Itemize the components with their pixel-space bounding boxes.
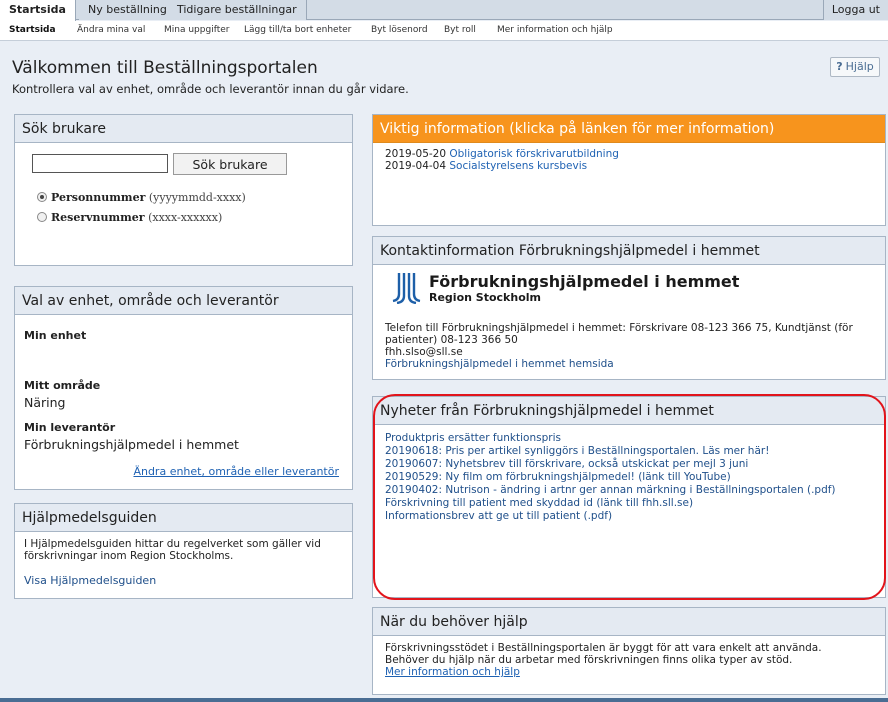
logout-button[interactable]: Logga ut — [822, 0, 888, 20]
radio-checked-icon[interactable] — [37, 192, 47, 202]
tab-ny-bestallning[interactable]: Ny beställning — [79, 0, 177, 20]
list-item[interactable]: Informationsbrev att ge ut till patient … — [385, 510, 612, 522]
top-tab-bar: Startsida Ny beställning Tidigare bestäl… — [0, 0, 888, 21]
sub-menu: Startsida Ändra mina val Mina uppgifter … — [0, 21, 888, 41]
contact-phone-line2: patienter) 08-123 366 50 — [385, 334, 518, 346]
list-item[interactable]: Förskrivning till patient med skyddad id… — [385, 497, 693, 509]
list-item[interactable]: 20190618: Pris per artikel synliggörs i … — [385, 445, 769, 457]
contact-homepage-link[interactable]: Förbrukningshjälpmedel i hemmet hemsida — [385, 358, 614, 370]
contact-panel-title: Kontaktinformation Förbrukningshjälpmede… — [373, 237, 885, 265]
contact-email[interactable]: fhh.slso@sll.se — [385, 346, 463, 358]
submenu-item-mina-uppgifter[interactable]: Mina uppgifter — [164, 25, 229, 35]
guide-text-line1: I Hjälpmedelsguiden hittar du regelverke… — [24, 538, 321, 550]
logo: Förbrukningshjälpmedel i hemmet Region S… — [373, 266, 885, 310]
radio-unchecked-icon[interactable] — [37, 212, 47, 222]
help-panel: När du behöver hjälp Förskrivningsstödet… — [372, 607, 886, 695]
list-item[interactable]: 2019-04-04 Socialstyrelsens kursbevis — [385, 160, 587, 172]
question-icon: ? — [836, 60, 843, 73]
guide-panel-title: Hjälpmedelsguiden — [15, 504, 352, 532]
selection-panel-title: Val av enhet, område och leverantör — [15, 287, 352, 315]
help-text-line2: Behöver du hjälp när du arbetar med förs… — [385, 654, 793, 666]
help-button-label: Hjälp — [845, 60, 874, 73]
page-subtitle: Kontrollera val av enhet, område och lev… — [12, 82, 409, 96]
list-item[interactable]: 20190529: Ny film om förbrukningshjälpme… — [385, 471, 731, 483]
important-item-date: 2019-05-20 — [385, 148, 447, 160]
search-panel-title: Sök brukare — [15, 115, 352, 143]
submenu-item-enheter[interactable]: Lägg till/ta bort enheter — [244, 25, 351, 35]
search-panel: Sök brukare Sök brukare Personnummer (yy… — [14, 114, 353, 266]
contact-panel: Kontaktinformation Förbrukningshjälpmede… — [372, 236, 886, 380]
radio-personnummer-label: Personnummer — [51, 191, 146, 204]
list-item[interactable]: 20190607: Nyhetsbrev till förskrivare, o… — [385, 458, 748, 470]
logo-region: Region Stockholm — [429, 291, 541, 304]
important-item-date: 2019-04-04 — [385, 160, 447, 172]
news-panel: Nyheter från Förbrukningshjälpmedel i he… — [372, 396, 886, 598]
radio-personnummer-hint: (yyyymmdd-xxxx) — [148, 191, 246, 204]
submenu-item-mer-information[interactable]: Mer information och hjälp — [497, 25, 613, 35]
page-title: Välkommen till Beställningsportalen — [12, 58, 318, 78]
supplier-value: Förbrukningshjälpmedel i hemmet — [24, 437, 239, 452]
list-item[interactable]: 20190402: Nutrison - ändring i artnr ger… — [385, 484, 836, 496]
area-value: Näring — [24, 395, 66, 410]
contact-phone-line1: Telefon till Förbrukningshjälpmedel i he… — [385, 322, 853, 334]
radio-reservnummer[interactable]: Reservnummer (xxxx-xxxxxx) — [37, 211, 222, 224]
submenu-item-andra-mina-val[interactable]: Ändra mina val — [77, 25, 145, 35]
unit-label: Min enhet — [24, 329, 87, 342]
submenu-item-byt-roll[interactable]: Byt roll — [444, 25, 476, 35]
tab-tidigare-bestallningar[interactable]: Tidigare beställningar — [168, 0, 307, 20]
important-panel-title: Viktig information (klicka på länken för… — [373, 115, 885, 143]
help-text-line1: Förskrivningsstödet i Beställningsportal… — [385, 642, 822, 654]
guide-link[interactable]: Visa Hjälpmedelsguiden — [24, 574, 156, 587]
region-logo-icon — [392, 273, 421, 304]
radio-reservnummer-label: Reservnummer — [51, 211, 145, 224]
important-item-link[interactable]: Obligatorisk förskrivarutbildning — [449, 148, 619, 160]
area-label: Mitt område — [24, 379, 101, 392]
change-selection-link[interactable]: Ändra enhet, område eller leverantör — [133, 465, 339, 478]
list-item[interactable]: Produktpris ersätter funktionspris — [385, 432, 561, 444]
help-more-info-link[interactable]: Mer information och hjälp — [385, 666, 520, 678]
footer-strip — [0, 698, 888, 702]
guide-text-line2: förskrivningar inom Region Stockholms. — [24, 550, 234, 562]
radio-personnummer[interactable]: Personnummer (yyyymmdd-xxxx) — [37, 191, 246, 204]
selection-panel: Val av enhet, område och leverantör Min … — [14, 286, 353, 490]
news-panel-title: Nyheter från Förbrukningshjälpmedel i he… — [373, 397, 885, 425]
logo-name: Förbrukningshjälpmedel i hemmet — [429, 272, 740, 291]
important-item-link[interactable]: Socialstyrelsens kursbevis — [449, 160, 587, 172]
help-panel-title: När du behöver hjälp — [373, 608, 885, 636]
submenu-item-byt-losenord[interactable]: Byt lösenord — [371, 25, 428, 35]
search-button[interactable]: Sök brukare — [173, 153, 287, 175]
important-panel: Viktig information (klicka på länken för… — [372, 114, 886, 226]
help-button[interactable]: ? Hjälp — [830, 57, 880, 77]
list-item[interactable]: 2019-05-20 Obligatorisk förskrivarutbild… — [385, 148, 619, 160]
search-input[interactable] — [32, 154, 168, 173]
submenu-item-startsida[interactable]: Startsida — [9, 25, 56, 35]
supplier-label: Min leverantör — [24, 421, 116, 434]
radio-reservnummer-hint: (xxxx-xxxxxx) — [148, 211, 223, 224]
tab-startsida[interactable]: Startsida — [0, 0, 76, 21]
guide-panel: Hjälpmedelsguiden I Hjälpmedelsguiden hi… — [14, 503, 353, 599]
